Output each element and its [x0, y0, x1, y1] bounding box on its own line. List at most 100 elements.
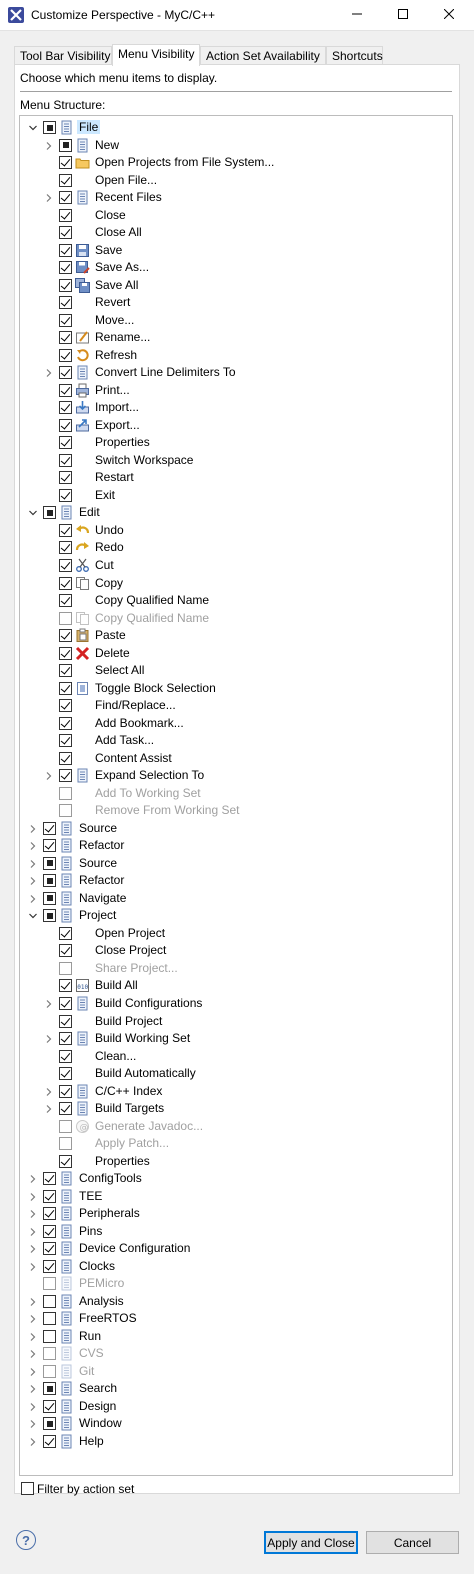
checkbox[interactable]	[43, 821, 56, 835]
tree-item-save-all[interactable]: Save All	[20, 277, 452, 295]
tree-item-close[interactable]: Close	[20, 207, 452, 225]
checkbox[interactable]	[59, 594, 72, 608]
checkbox[interactable]	[59, 769, 72, 783]
checkbox[interactable]	[59, 1102, 72, 1116]
checkbox[interactable]	[59, 979, 72, 993]
close-button[interactable]	[426, 0, 472, 30]
tree-item-open-project[interactable]: Open Project	[20, 925, 452, 943]
tree-item-print[interactable]: Print...	[20, 382, 452, 400]
checkbox[interactable]	[59, 1154, 72, 1168]
checkbox[interactable]	[59, 453, 72, 467]
chevron-right-icon[interactable]	[28, 875, 38, 886]
checkbox[interactable]	[59, 173, 72, 187]
tree-item-peripherals[interactable]: Peripherals	[20, 1205, 452, 1223]
checkbox[interactable]	[43, 1172, 56, 1186]
tree-item-build-configurations[interactable]: Build Configurations	[20, 995, 452, 1013]
checkbox[interactable]	[59, 156, 72, 170]
apply-and-close-button[interactable]: Apply and Close	[264, 1531, 358, 1554]
checkbox[interactable]	[59, 1032, 72, 1046]
tree-item-restart[interactable]: Restart	[20, 469, 452, 487]
tree-item-build-project[interactable]: Build Project	[20, 1013, 452, 1031]
chevron-right-icon[interactable]	[28, 1208, 38, 1219]
tree-item-expand-selection-to[interactable]: Expand Selection To	[20, 767, 452, 785]
checkbox[interactable]	[59, 383, 72, 397]
checkbox[interactable]	[59, 523, 72, 537]
tree-item-pemicro[interactable]: PEMicro	[20, 1275, 452, 1293]
tree-item-window[interactable]: Window	[20, 1415, 452, 1433]
checkbox[interactable]	[59, 138, 72, 152]
chevron-right-icon[interactable]	[28, 1296, 38, 1306]
checkbox[interactable]	[43, 1242, 56, 1256]
help-icon[interactable]: ?	[16, 1530, 36, 1550]
tree-item-new[interactable]: New	[20, 137, 452, 155]
tree-item-rename[interactable]: Rename...	[20, 329, 452, 347]
tree-item-select-all[interactable]: Select All	[20, 662, 452, 680]
checkbox[interactable]	[43, 874, 56, 888]
checkbox[interactable]	[59, 296, 72, 310]
checkbox[interactable]	[59, 1084, 72, 1098]
tree-item-refactor[interactable]: Refactor	[20, 837, 452, 855]
checkbox[interactable]	[59, 418, 72, 432]
tree-item-delete[interactable]: Delete	[20, 645, 452, 663]
checkbox[interactable]	[59, 559, 72, 572]
checkbox[interactable]	[59, 436, 72, 450]
chevron-right-icon[interactable]	[28, 1366, 38, 1376]
tree-item-configtools[interactable]: ConfigTools	[20, 1170, 452, 1188]
tree-item-build-all[interactable]: 010 Build All	[20, 977, 452, 995]
checkbox[interactable]	[59, 1067, 72, 1081]
checkbox[interactable]	[43, 1207, 56, 1221]
chevron-right-icon[interactable]	[28, 1418, 38, 1429]
tree-item-copy-qualified-name[interactable]: Copy Qualified Name	[20, 610, 452, 628]
tree-item-save[interactable]: Save	[20, 242, 452, 260]
tree-item-properties[interactable]: Properties	[20, 434, 452, 452]
checkbox[interactable]	[59, 278, 72, 292]
checkbox[interactable]	[59, 313, 72, 327]
checkbox[interactable]	[43, 1312, 56, 1326]
checkbox[interactable]	[43, 891, 56, 905]
checkbox[interactable]	[43, 839, 56, 853]
tree-item-freertos[interactable]: FreeRTOS	[20, 1310, 452, 1328]
chevron-right-icon[interactable]	[44, 998, 54, 1008]
tree-item-convert-line-delimiters-to[interactable]: Convert Line Delimiters To	[20, 364, 452, 382]
chevron-right-icon[interactable]	[28, 1348, 38, 1359]
checkbox[interactable]	[59, 331, 72, 345]
chevron-right-icon[interactable]	[44, 1033, 54, 1043]
chevron-right-icon[interactable]	[28, 1313, 38, 1324]
checkbox[interactable]	[43, 506, 56, 520]
checkbox[interactable]	[59, 681, 72, 695]
tree-item-build-working-set[interactable]: Build Working Set	[20, 1030, 452, 1048]
tree-item-device-configuration[interactable]: Device Configuration	[20, 1240, 452, 1258]
tree-item-export[interactable]: Export...	[20, 417, 452, 435]
tree-item-toggle-block-selection[interactable]: Toggle Block Selection	[20, 680, 452, 698]
tree-item-switch-workspace[interactable]: Switch Workspace	[20, 452, 452, 470]
tree-item-file[interactable]: File	[20, 119, 452, 137]
maximize-button[interactable]	[380, 0, 426, 30]
tab-tool-bar-visibility[interactable]: Tool Bar Visibility	[14, 46, 112, 65]
tree-item-close-all[interactable]: Close All	[20, 224, 452, 242]
tree-item-git[interactable]: Git	[20, 1363, 452, 1381]
tree-item-clocks[interactable]: Clocks	[20, 1258, 452, 1276]
tree-item-redo[interactable]: Redo	[20, 539, 452, 557]
checkbox[interactable]	[59, 576, 72, 590]
tree-item-import[interactable]: Import...	[20, 399, 452, 417]
checkbox[interactable]	[59, 664, 72, 678]
menu-structure-tree[interactable]: File New Open Projects from File System...…	[19, 115, 453, 1476]
checkbox[interactable]	[43, 909, 56, 923]
tree-item-navigate[interactable]: Navigate	[20, 890, 452, 908]
checkbox[interactable]	[59, 1137, 72, 1151]
tree-item-copy[interactable]: Copy	[20, 575, 452, 593]
tree-item-apply-patch[interactable]: Apply Patch...	[20, 1135, 452, 1153]
checkbox[interactable]	[59, 944, 72, 958]
tab-shortcuts[interactable]: Shortcuts	[326, 46, 383, 65]
chevron-right-icon[interactable]	[28, 1243, 38, 1254]
tree-item-refresh[interactable]: Refresh	[20, 347, 452, 365]
tree-item-find-replace[interactable]: Find/Replace...	[20, 697, 452, 715]
chevron-right-icon[interactable]	[28, 1191, 38, 1201]
checkbox[interactable]	[59, 629, 72, 643]
chevron-right-icon[interactable]	[28, 1436, 38, 1446]
chevron-right-icon[interactable]	[28, 840, 38, 851]
tree-item-cut[interactable]: Cut	[20, 557, 452, 575]
checkbox[interactable]	[59, 348, 72, 362]
tree-item-source[interactable]: Source	[20, 855, 452, 873]
tree-item-generate-javadoc[interactable]: @ Generate Javadoc...	[20, 1118, 452, 1136]
